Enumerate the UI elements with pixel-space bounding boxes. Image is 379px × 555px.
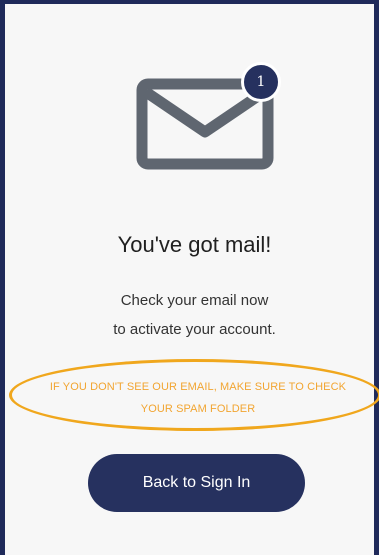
badge-count: 1 <box>256 74 266 90</box>
message-line-2: to activate your account. <box>113 321 276 338</box>
message-line-1: Check your email now <box>120 292 269 309</box>
back-to-sign-in-button[interactable]: Back to Sign In <box>88 454 305 512</box>
spam-notice-line-2: YOUR SPAM FOLDER <box>140 403 256 415</box>
page-title: You've got mail! <box>117 232 272 257</box>
spam-notice-line-1: IF YOU DON'T SEE OUR EMAIL, MAKE SURE TO… <box>49 381 347 393</box>
notification-badge: 1 <box>241 62 281 102</box>
screen-frame: 1 You've got mail! Check your email now … <box>0 0 379 555</box>
spam-folder-notice: IF YOU DON'T SEE OUR EMAIL, MAKE SURE TO… <box>13 376 379 420</box>
